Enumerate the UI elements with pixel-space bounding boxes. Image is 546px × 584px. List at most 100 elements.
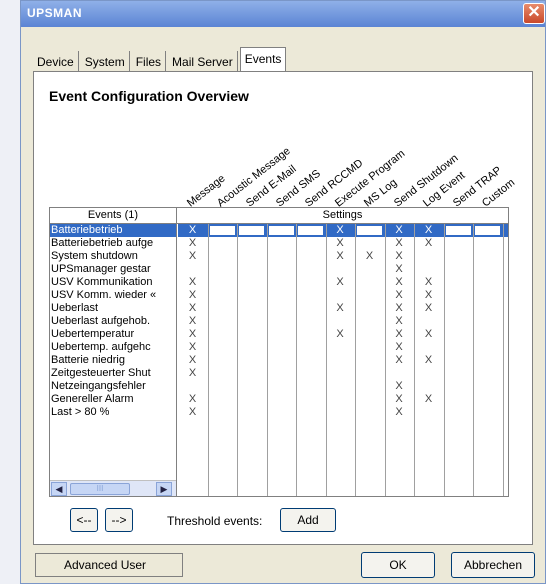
event-row-label[interactable]: USV Komm. wieder « [50, 289, 176, 302]
add-threshold-button[interactable]: Add [280, 508, 336, 532]
setting-checked-mark[interactable]: X [178, 224, 207, 237]
setting-checked-mark[interactable]: X [414, 289, 443, 302]
event-settings-row[interactable]: XXX [178, 289, 508, 302]
setting-checked-mark[interactable]: X [385, 315, 414, 328]
ok-button[interactable]: OK [361, 552, 435, 578]
close-button[interactable]: ✕ [523, 3, 545, 24]
event-settings-row[interactable]: XX [178, 315, 508, 328]
event-settings-row[interactable]: XXXX [178, 328, 508, 341]
setting-checked-mark[interactable]: X [178, 289, 207, 302]
event-row-label[interactable]: Batteriebetrieb [50, 224, 176, 237]
event-row-label[interactable]: USV Kommunikation [50, 276, 176, 289]
setting-checked-mark[interactable]: X [414, 224, 443, 237]
setting-checked-mark[interactable]: X [178, 276, 207, 289]
event-settings-row[interactable]: XXX [178, 393, 508, 406]
event-settings-row[interactable]: XX [178, 341, 508, 354]
setting-checked-mark[interactable]: X [385, 289, 414, 302]
horizontal-scrollbar[interactable]: ◀ III ▶ [50, 480, 176, 496]
event-settings-row[interactable]: X [178, 367, 508, 380]
event-settings-row[interactable]: X [178, 263, 508, 276]
setting-checked-mark[interactable]: X [178, 237, 207, 250]
event-settings-row[interactable]: X [178, 380, 508, 393]
setting-checked-mark[interactable]: X [178, 302, 207, 315]
setting-checked-mark[interactable]: X [385, 328, 414, 341]
event-settings-row[interactable]: XXXX [178, 302, 508, 315]
setting-checked-mark[interactable]: X [385, 302, 414, 315]
tab-events[interactable]: Events [239, 47, 287, 71]
grid-line [502, 224, 504, 496]
tab-device[interactable]: Device [33, 51, 79, 71]
next-button[interactable]: --> [105, 508, 133, 532]
previous-button[interactable]: <-- [70, 508, 98, 532]
setting-checked-mark[interactable]: X [178, 393, 207, 406]
tab-system[interactable]: System [81, 51, 130, 71]
setting-checked-mark[interactable]: X [326, 328, 355, 341]
setting-checked-mark[interactable]: X [385, 237, 414, 250]
setting-checked-mark[interactable]: X [326, 237, 355, 250]
setting-checked-mark[interactable]: X [178, 341, 207, 354]
setting-checked-mark[interactable]: X [326, 250, 355, 263]
tab-strip: Device System Files Mail Server Events [33, 47, 288, 71]
setting-checkbox[interactable] [444, 225, 472, 236]
tab-mail-server[interactable]: Mail Server [168, 51, 238, 71]
event-row-label[interactable]: Last > 80 % [50, 406, 176, 419]
event-row-label[interactable]: UPSmanager gestar [50, 263, 176, 276]
event-row-label[interactable]: Batteriebetrieb aufge [50, 237, 176, 250]
setting-checked-mark[interactable]: X [178, 250, 207, 263]
setting-checked-mark[interactable]: X [414, 354, 443, 367]
scroll-left-button[interactable]: ◀ [51, 482, 67, 496]
setting-checkbox[interactable] [356, 225, 383, 236]
setting-checked-mark[interactable]: X [414, 276, 443, 289]
setting-checked-mark[interactable]: X [326, 276, 355, 289]
setting-checked-mark[interactable]: X [414, 393, 443, 406]
setting-checked-mark[interactable]: X [385, 341, 414, 354]
setting-checked-mark[interactable]: X [178, 315, 207, 328]
setting-checked-mark[interactable]: X [385, 354, 414, 367]
event-settings-row[interactable]: XXXX [178, 237, 508, 250]
setting-checkbox[interactable] [208, 225, 236, 236]
setting-checked-mark[interactable]: X [178, 328, 207, 341]
setting-checked-mark[interactable]: X [385, 250, 414, 263]
cancel-button[interactable]: Abbrechen [451, 552, 535, 578]
setting-checked-mark[interactable]: X [326, 224, 355, 237]
scroll-right-button[interactable]: ▶ [156, 482, 172, 496]
events-column-header[interactable]: Events (1) [50, 208, 177, 224]
setting-checked-mark[interactable]: X [178, 354, 207, 367]
setting-checked-mark[interactable]: X [178, 406, 207, 419]
event-row-label[interactable]: System shutdown [50, 250, 176, 263]
event-settings-row[interactable]: XX [178, 406, 508, 419]
setting-checked-mark[interactable]: X [414, 237, 443, 250]
title-bar[interactable]: UPSMAN ✕ [21, 1, 545, 27]
tab-files[interactable]: Files [132, 51, 167, 71]
event-settings-row[interactable]: XXXX [178, 250, 508, 263]
event-settings-row[interactable]: XXXX [178, 276, 508, 289]
setting-checked-mark[interactable]: X [385, 406, 414, 419]
event-row-label[interactable]: Uebertemperatur [50, 328, 176, 341]
event-settings-row[interactable]: XXXX [178, 224, 508, 237]
event-row-label[interactable]: Ueberlast [50, 302, 176, 315]
setting-checked-mark[interactable]: X [385, 393, 414, 406]
setting-checked-mark[interactable]: X [326, 302, 355, 315]
event-row-label[interactable]: Uebertemp. aufgehc [50, 341, 176, 354]
setting-checkbox[interactable] [238, 225, 265, 236]
setting-checkbox[interactable] [297, 225, 324, 236]
event-row-label[interactable]: Genereller Alarm [50, 393, 176, 406]
setting-checked-mark[interactable]: X [414, 302, 443, 315]
setting-checked-mark[interactable]: X [385, 263, 414, 276]
setting-checked-mark[interactable]: X [414, 328, 443, 341]
setting-checked-mark[interactable]: X [385, 276, 414, 289]
setting-checked-mark[interactable]: X [385, 380, 414, 393]
scroll-thumb[interactable]: III [70, 483, 130, 495]
event-row-label[interactable]: Zeitgesteuerter Shut [50, 367, 176, 380]
setting-checked-mark[interactable]: X [355, 250, 384, 263]
event-row-label[interactable]: Ueberlast aufgehob. [50, 315, 176, 328]
events-panel: Event Configuration Overview Message Acou… [33, 71, 533, 545]
arrow-right-icon: ▶ [160, 484, 168, 494]
setting-checkbox[interactable] [474, 225, 501, 236]
setting-checkbox[interactable] [267, 225, 295, 236]
event-settings-row[interactable]: XXX [178, 354, 508, 367]
event-row-label[interactable]: Netzeingangsfehler [50, 380, 176, 393]
setting-checked-mark[interactable]: X [178, 367, 207, 380]
event-row-label[interactable]: Batterie niedrig [50, 354, 176, 367]
setting-checked-mark[interactable]: X [385, 224, 414, 237]
